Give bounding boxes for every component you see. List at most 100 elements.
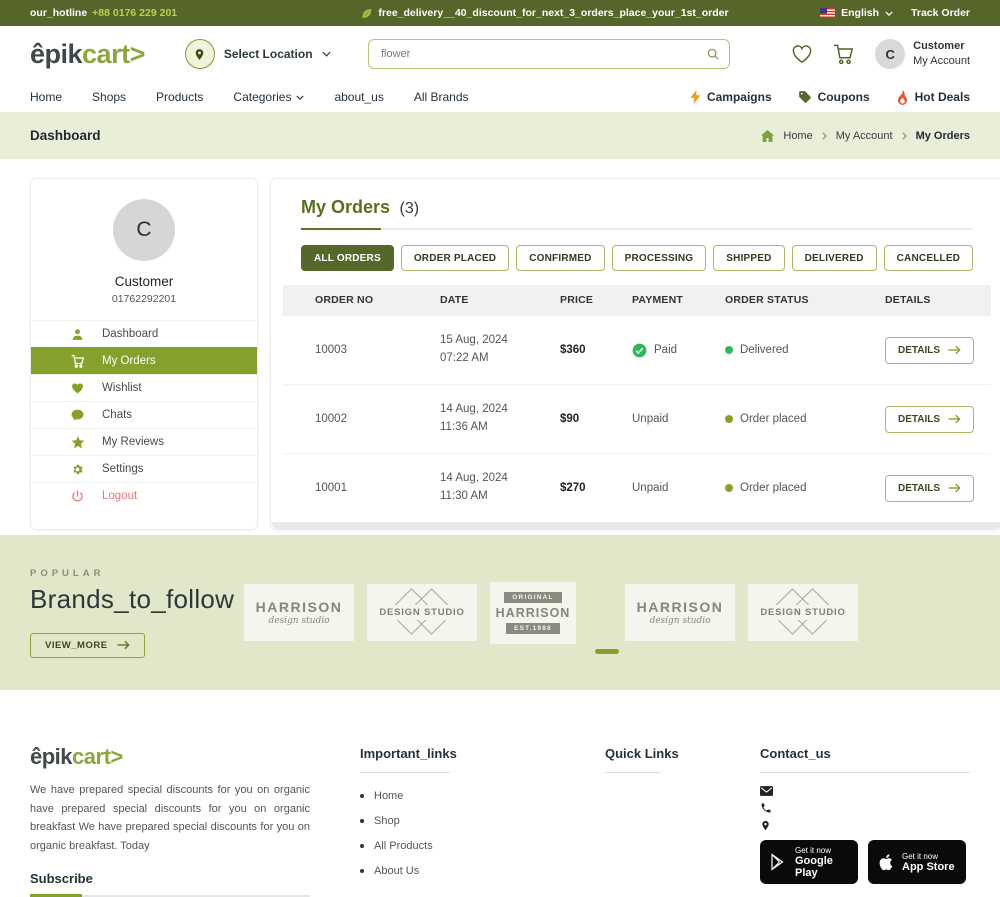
promo-text: free_delivery__40_discount_for_next_3_or… xyxy=(378,7,729,19)
profile-sidebar: C Customer 01762292201 Dashboard My Orde… xyxy=(30,178,258,530)
order-status: Delivered xyxy=(725,344,885,356)
search-input[interactable] xyxy=(368,39,730,69)
footer-link-label: Home xyxy=(374,790,404,802)
cart-icon xyxy=(71,354,86,368)
order-payment: Unpaid xyxy=(632,413,725,425)
filter-order-placed[interactable]: ORDER PLACED xyxy=(400,245,510,271)
google-play-button[interactable]: Get it now Google Play xyxy=(760,840,858,884)
sidebar-item-my-reviews[interactable]: My Reviews xyxy=(31,428,257,455)
carousel-indicator[interactable] xyxy=(595,649,619,654)
nav-categories-label: Categories xyxy=(233,90,292,104)
breadcrumb-my-account[interactable]: My Account xyxy=(836,130,893,142)
table-header: ORDER NO DATE PRICE PAYMENT ORDER STATUS… xyxy=(283,285,992,315)
nav-all-brands[interactable]: All Brands xyxy=(414,90,469,104)
horizontal-scrollbar[interactable] xyxy=(272,522,1000,529)
language-selector[interactable]: English xyxy=(820,7,893,19)
select-location[interactable]: Select Location xyxy=(184,39,331,69)
nav-products[interactable]: Products xyxy=(156,90,203,104)
chevron-down-icon xyxy=(885,10,893,16)
breadcrumb-home[interactable]: Home xyxy=(783,130,812,142)
google-play-icon xyxy=(769,853,787,871)
contact-heading: Contact_us xyxy=(760,746,831,761)
footer-link-home[interactable]: Home xyxy=(360,790,510,802)
flame-icon xyxy=(896,89,909,105)
spacer xyxy=(0,690,1000,730)
search-icon[interactable] xyxy=(706,47,720,66)
breadcrumb-my-orders[interactable]: My Orders xyxy=(916,130,970,142)
order-price: $360 xyxy=(560,344,586,356)
logo-arrow: > xyxy=(129,38,146,69)
order-no: 10002 xyxy=(315,413,347,425)
orders-table: ORDER NO DATE PRICE PAYMENT ORDER STATUS… xyxy=(283,285,992,522)
order-date-time: 07:22 AM xyxy=(440,352,489,364)
footer-link-label: All Products xyxy=(374,840,433,852)
brand-name: HARRISON xyxy=(495,605,571,620)
brand-card-design-studio[interactable]: DESIGN STUDIO xyxy=(367,584,477,641)
wishlist-heart-icon[interactable] xyxy=(791,44,813,64)
footer-logo[interactable]: êpikcart> xyxy=(30,746,310,768)
brand-card-design-studio[interactable]: DESIGN STUDIO xyxy=(748,584,858,641)
order-no: 10001 xyxy=(315,482,347,494)
nav-campaigns[interactable]: Campaigns xyxy=(690,90,772,104)
filter-delivered[interactable]: DELIVERED xyxy=(791,245,877,271)
header: êpikcart> Select Location C Customer My … xyxy=(0,26,1000,82)
brand-card-harrison[interactable]: HARRISON design studio xyxy=(625,584,735,641)
nav-hot-deals[interactable]: Hot Deals xyxy=(896,89,970,105)
filter-cancelled[interactable]: CANCELLED xyxy=(883,245,974,271)
sidebar-item-logout[interactable]: Logout xyxy=(31,482,257,509)
footer-link-about-us[interactable]: About Us xyxy=(360,865,510,877)
view-more-button[interactable]: VIEW_MORE xyxy=(30,632,145,658)
footer-link-shop[interactable]: Shop xyxy=(360,815,510,827)
nav-coupons[interactable]: Coupons xyxy=(798,90,870,104)
col-payment: PAYMENT xyxy=(632,294,683,306)
nav-home[interactable]: Home xyxy=(30,90,62,104)
orders-panel: My Orders (3) ALL ORDERS ORDER PLACED CO… xyxy=(270,178,1000,530)
details-label: DETAILS xyxy=(898,482,941,494)
sidebar-item-settings[interactable]: Settings xyxy=(31,455,257,482)
sidebar-item-label: My Reviews xyxy=(102,436,164,448)
brand-card-harrison[interactable]: HARRISON design studio xyxy=(244,584,354,641)
filter-confirmed[interactable]: CONFIRMED xyxy=(516,245,605,271)
brands-eyebrow: POPULAR xyxy=(30,567,105,579)
logo[interactable]: êpikcart> xyxy=(30,38,146,69)
bullet xyxy=(360,844,364,848)
order-date-time: 11:30 AM xyxy=(440,490,488,502)
sidebar-item-wishlist[interactable]: Wishlist xyxy=(31,374,257,401)
heading-underline xyxy=(760,772,970,773)
nav-about-us[interactable]: about_us xyxy=(334,90,383,104)
col-order-no: ORDER NO xyxy=(315,294,374,306)
app-store-button[interactable]: Get it now App Store xyxy=(868,840,966,884)
order-date-day: 14 Aug, 2024 xyxy=(440,403,508,416)
arrow-right-icon xyxy=(948,483,961,493)
brand-card-original-harrison[interactable]: ORIGINAL HARRISON EST.1986 xyxy=(490,581,576,644)
footer-link-label: About Us xyxy=(374,865,420,877)
details-button[interactable]: DETAILS xyxy=(885,405,975,433)
sidebar-item-label: My Orders xyxy=(102,355,156,367)
sidebar-item-dashboard[interactable]: Dashboard xyxy=(31,320,257,347)
details-button[interactable]: DETAILS xyxy=(885,474,975,502)
nav-shops[interactable]: Shops xyxy=(92,90,126,104)
order-status: Order placed xyxy=(725,413,885,425)
order-date: 14 Aug, 2024 11:36 AM xyxy=(440,401,560,437)
filter-all-orders[interactable]: ALL ORDERS xyxy=(301,245,394,271)
heart-icon xyxy=(71,382,86,394)
brand-logo: ORIGINAL HARRISON EST.1986 xyxy=(495,591,571,634)
nav-categories[interactable]: Categories xyxy=(233,90,305,104)
subscribe-heading: Subscribe xyxy=(30,870,93,886)
filter-processing[interactable]: PROCESSING xyxy=(611,245,707,271)
details-button[interactable]: DETAILS xyxy=(885,336,975,364)
order-price: $270 xyxy=(560,482,586,494)
filter-shipped[interactable]: SHIPPED xyxy=(713,245,785,271)
footer-link-all-products[interactable]: All Products xyxy=(360,840,510,852)
cart-icon[interactable] xyxy=(833,44,855,65)
account-menu[interactable]: C Customer My Account xyxy=(875,39,970,69)
sidebar-item-my-orders[interactable]: My Orders xyxy=(31,347,257,374)
brand-tagline: design studio xyxy=(268,616,330,626)
order-price: $90 xyxy=(560,413,580,425)
profile-name: Customer xyxy=(114,274,174,289)
logo-part1: êpik xyxy=(30,744,73,769)
track-order-link[interactable]: Track Order xyxy=(911,7,970,19)
sidebar-item-chats[interactable]: Chats xyxy=(31,401,257,428)
arrow-right-icon xyxy=(117,640,130,650)
order-date-day: 14 Aug, 2024 xyxy=(440,472,508,485)
